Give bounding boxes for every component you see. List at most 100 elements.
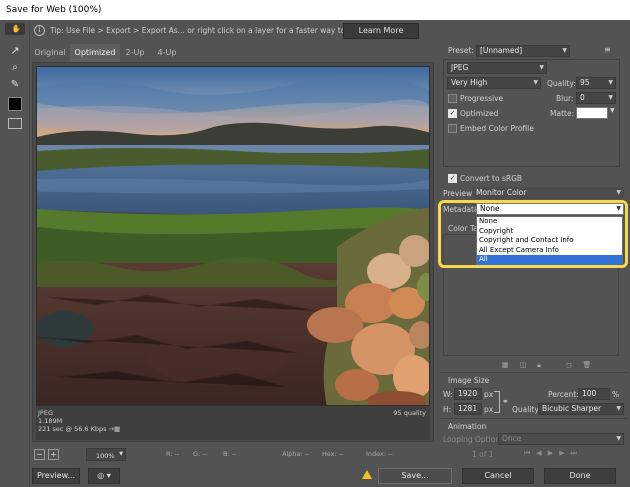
resample-quality-label: Quality: (512, 405, 541, 414)
width-input[interactable]: 1920 (454, 388, 482, 400)
zoom-tool-icon[interactable]: ⌕ (5, 59, 25, 77)
quality-value: 95 (580, 78, 590, 87)
tip-bar: i Tip: Use File > Export > Export As... … (30, 21, 630, 40)
cancel-button[interactable]: Cancel (462, 468, 534, 484)
divider (440, 418, 628, 419)
status-bar: − + 100% ▼ R: -- G: -- B: -- Alpha: -- He… (30, 448, 434, 462)
new-color-icon[interactable]: ◻ (564, 360, 574, 370)
blur-value: 0 (580, 93, 585, 102)
divider (440, 372, 628, 373)
optimized-checkbox[interactable]: ✓ (448, 109, 457, 118)
resample-quality-select[interactable]: Bicubic Sharper ▼ (538, 403, 624, 415)
progressive-checkbox[interactable] (448, 94, 457, 103)
percent-unit: % (612, 390, 620, 399)
zoom-out-button[interactable]: − (34, 449, 45, 460)
width-unit: px (484, 390, 494, 399)
preview-button[interactable]: Preview... (32, 468, 80, 484)
quality-input[interactable]: 95 ▼ (576, 77, 616, 89)
animation-playback-controls[interactable]: ⏮◀▶▶⏭ (524, 449, 583, 458)
learn-more-button[interactable]: Learn More (343, 23, 419, 39)
preview-color-select[interactable]: Monitor Color ▼ (472, 187, 624, 199)
metadata-option-copyright[interactable]: Copyright (477, 227, 622, 237)
green-readout: G: -- (193, 450, 207, 458)
slice-visibility-icon[interactable] (8, 118, 22, 129)
lock-color-icon[interactable]: 🔒︎ (534, 360, 544, 370)
looping-value: Once (502, 434, 522, 443)
metadata-options-list: None Copyright Copyright and Contact Inf… (476, 216, 623, 265)
metadata-option-copyright-contact[interactable]: Copyright and Contact Info (477, 236, 622, 246)
tab-4-up[interactable]: 4-Up (150, 44, 184, 62)
format-value: JPEG (451, 63, 469, 72)
index-readout: Index: -- (366, 450, 393, 458)
browser-preview-button[interactable]: ◎ ▾ (88, 468, 120, 484)
blur-input[interactable]: 0 ▼ (576, 92, 616, 104)
resample-quality-value: Bicubic Sharper (542, 404, 602, 413)
image-info-strip: JPEG 1.189M 221 sec @ 56.6 Kbps →▦ 95 qu… (36, 406, 430, 440)
metadata-option-none[interactable]: None (477, 217, 622, 227)
tab-2-up[interactable]: 2-Up (120, 44, 150, 62)
hex-readout: Hex: -- (322, 450, 344, 458)
zoom-level-select[interactable]: 100% ▼ (86, 448, 126, 461)
image-size-title: Image Size (448, 376, 490, 385)
eyedropper-color-swatch[interactable] (8, 97, 22, 111)
delete-color-icon[interactable]: 🗑︎ (582, 360, 592, 370)
info-time: 221 sec @ 56.6 Kbps (38, 425, 107, 433)
hand-tool-icon[interactable]: ✋ (5, 23, 25, 35)
info-size: 1.189M (38, 417, 63, 425)
tab-optimized[interactable]: Optimized (70, 44, 120, 62)
blue-readout: B: -- (223, 450, 237, 458)
tab-original[interactable]: Original (30, 44, 70, 62)
info-icon: i (34, 25, 45, 36)
percent-label: Percent: (548, 390, 579, 399)
map-color-icon[interactable]: ▦ (500, 360, 510, 370)
quality-label: Quality: (547, 79, 576, 88)
download-rate-menu-icon[interactable]: →▦ (109, 425, 121, 433)
preset-label: Preset: (448, 46, 474, 55)
info-format: JPEG (38, 409, 53, 417)
window-title: Save for Web (100%) (0, 0, 630, 20)
quality-level-value: Very High (451, 78, 488, 87)
preview-color-value: Monitor Color (476, 188, 527, 197)
looping-options-select[interactable]: Once ▼ (498, 433, 624, 445)
red-readout: R: -- (166, 450, 180, 458)
zoom-in-button[interactable]: + (48, 449, 59, 460)
optimized-image-preview[interactable] (36, 66, 430, 406)
metadata-option-all-except-camera[interactable]: All Except Camera Info (477, 246, 622, 256)
height-unit: px (484, 405, 494, 414)
eyedropper-tool-icon[interactable]: ✎ (5, 76, 25, 94)
preview-label: Preview: (443, 189, 475, 198)
height-label: H: (443, 405, 452, 414)
height-input[interactable]: 1281 (454, 403, 482, 415)
progressive-label: Progressive (460, 94, 504, 103)
preset-value: [Unnamed] (480, 46, 523, 55)
embed-color-profile-checkbox[interactable] (448, 124, 457, 133)
format-select[interactable]: JPEG ▼ (447, 62, 547, 74)
alpha-readout: Alpha: -- (282, 450, 310, 458)
web-snap-icon[interactable]: ◫ (518, 360, 528, 370)
optimize-menu-icon[interactable]: ≡ (604, 45, 611, 54)
done-button[interactable]: Done (544, 468, 616, 484)
link-proportions-icon[interactable]: ⚭ (502, 397, 509, 406)
quality-level-select[interactable]: Very High ▼ (447, 77, 541, 89)
optimized-label: Optimized (460, 109, 499, 118)
info-quality: 95 quality (393, 409, 426, 417)
save-button[interactable]: Save... (378, 468, 452, 484)
warning-icon (362, 470, 372, 479)
blur-label: Blur: (556, 94, 574, 103)
frame-counter: 1 of 1 (472, 450, 494, 459)
percent-input[interactable]: 100 (578, 388, 610, 400)
metadata-value: None (480, 204, 500, 213)
embed-color-profile-label: Embed Color Profile (460, 124, 534, 133)
matte-label: Matte: (550, 109, 575, 118)
metadata-select[interactable]: None ▼ (476, 203, 624, 215)
slice-select-tool-icon[interactable]: ↗ (5, 42, 25, 60)
tool-strip: ✋ ↗ ⌕ ✎ (0, 21, 30, 487)
width-label: W: (443, 390, 453, 399)
preset-select[interactable]: [Unnamed] ▼ (476, 45, 570, 57)
matte-color-swatch[interactable] (576, 107, 608, 119)
browser-icon: ◎ ▾ (97, 471, 111, 480)
convert-srgb-checkbox[interactable]: ✓ (448, 174, 457, 183)
metadata-option-all[interactable]: All (477, 255, 622, 265)
matte-dropdown-icon[interactable]: ▼ (610, 107, 615, 114)
constrain-bracket (494, 391, 500, 413)
